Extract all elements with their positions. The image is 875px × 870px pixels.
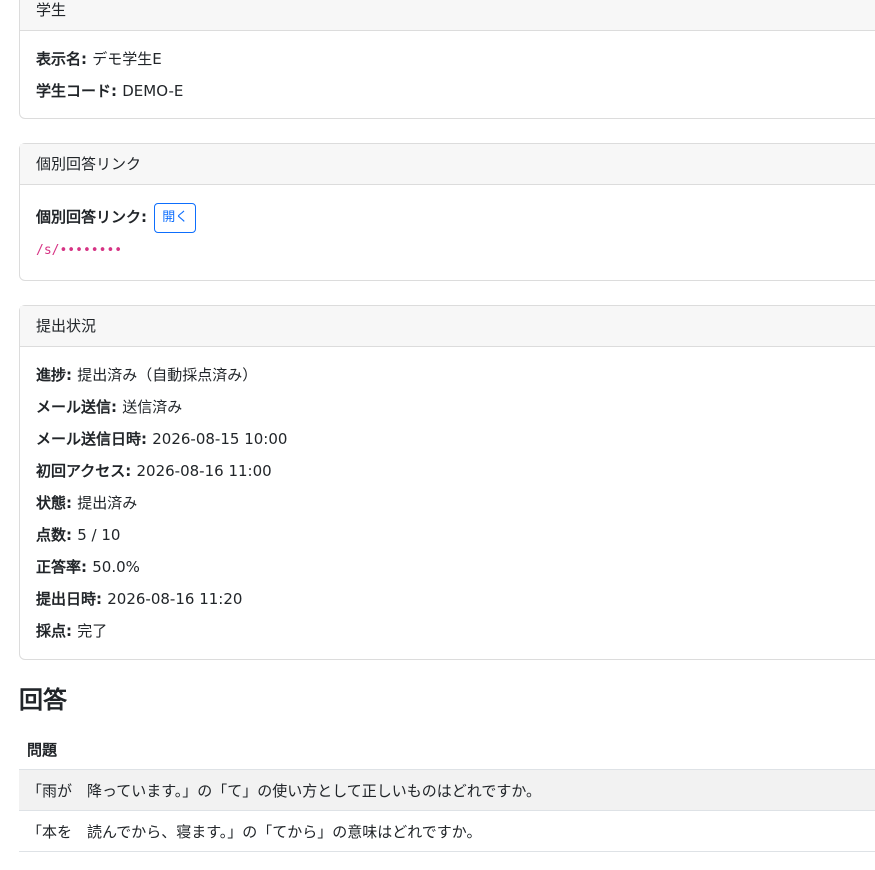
status-value: 送信済み xyxy=(122,398,183,416)
answer-link-path: /s/•••••••• xyxy=(36,243,123,258)
answer-link-card-header: 個別回答リンク xyxy=(20,144,875,185)
status-row: 状態提出済み xyxy=(36,487,875,519)
status-value: 5 / 10 xyxy=(77,526,121,544)
status-value: 2026-08-16 11:00 xyxy=(136,462,272,480)
status-label: 点数 xyxy=(36,526,77,544)
question-column-header: 問題 xyxy=(19,729,875,770)
status-value: 提出済み（自動採点済み） xyxy=(77,366,258,384)
answers-table: 問題 「雨が 降っています。」の「て」の使い方として正しいものはどれですか。 「本… xyxy=(19,729,875,852)
status-value: 50.0% xyxy=(92,558,140,576)
display-name-value: デモ学生E xyxy=(92,50,162,68)
status-value: 2026-08-15 10:00 xyxy=(152,430,288,448)
student-card-header: 学生 xyxy=(20,0,875,31)
status-label: 提出日時 xyxy=(36,590,107,608)
student-code-value: DEMO-E xyxy=(122,82,184,100)
status-label: 状態 xyxy=(36,494,77,512)
status-label: メール送信日時 xyxy=(36,430,152,448)
display-name-row: 表示名デモ学生E xyxy=(36,43,875,75)
status-row: 点数5 / 10 xyxy=(36,519,875,551)
student-code-row: 学生コードDEMO-E xyxy=(36,75,875,107)
status-row: 提出日時2026-08-16 11:20 xyxy=(36,583,875,615)
status-label: メール送信 xyxy=(36,398,122,416)
status-row: 初回アクセス2026-08-16 11:00 xyxy=(36,455,875,487)
answer-link-card: 個別回答リンク 個別回答リンク開く /s/•••••••• xyxy=(19,143,875,281)
status-label: 採点 xyxy=(36,622,77,640)
student-code-label: 学生コード xyxy=(36,82,122,100)
display-name-label: 表示名 xyxy=(36,50,92,68)
answers-heading: 回答 xyxy=(19,686,67,714)
status-value: 完了 xyxy=(77,622,108,640)
table-row: 「雨が 降っています。」の「て」の使い方として正しいものはどれですか。 xyxy=(19,769,875,811)
question-cell: 「雨が 降っています。」の「て」の使い方として正しいものはどれですか。 xyxy=(19,769,875,811)
table-row: 「本を 読んでから、寝ます。」の「てから」の意味はどれですか。 xyxy=(19,810,875,852)
submission-status-card-header: 提出状況 xyxy=(20,306,875,347)
status-row: 採点完了 xyxy=(36,615,875,647)
status-row: メール送信送信済み xyxy=(36,391,875,423)
answer-link-row: 個別回答リンク開く xyxy=(36,201,875,233)
status-label: 初回アクセス xyxy=(36,462,137,480)
status-label: 進捗 xyxy=(36,366,77,384)
status-value: 提出済み xyxy=(77,494,138,512)
answer-link-label: 個別回答リンク xyxy=(36,208,152,226)
status-row: メール送信日時2026-08-15 10:00 xyxy=(36,423,875,455)
question-cell: 「本を 読んでから、寝ます。」の「てから」の意味はどれですか。 xyxy=(19,810,875,852)
status-row: 進捗提出済み（自動採点済み） xyxy=(36,359,875,391)
open-link-button[interactable]: 開く xyxy=(154,202,197,233)
status-value: 2026-08-16 11:20 xyxy=(107,590,243,608)
submission-status-card: 提出状況 進捗提出済み（自動採点済み）メール送信送信済みメール送信日時2026-… xyxy=(19,305,875,660)
student-card: 学生 表示名デモ学生E 学生コードDEMO-E xyxy=(19,0,875,119)
status-label: 正答率 xyxy=(36,558,92,576)
status-row: 正答率50.0% xyxy=(36,551,875,583)
